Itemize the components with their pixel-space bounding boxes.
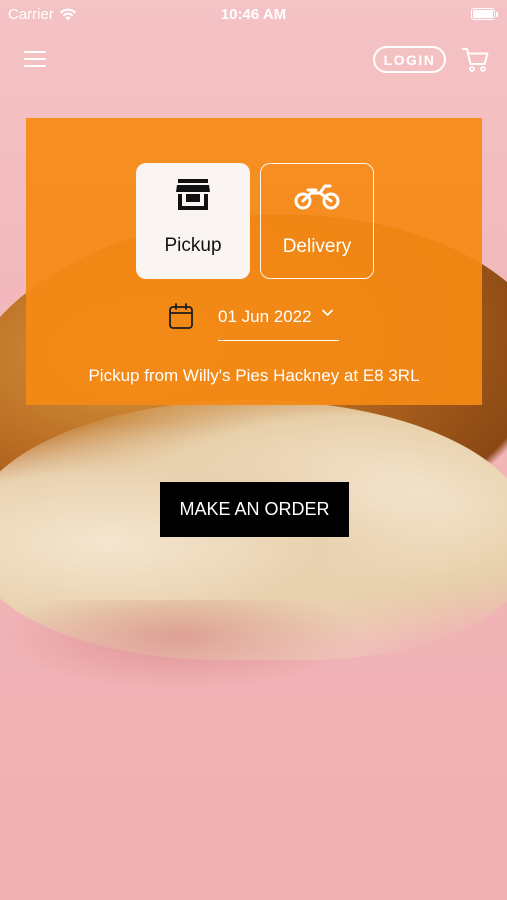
battery-icon bbox=[471, 8, 498, 20]
delivery-option[interactable]: Delivery bbox=[260, 163, 374, 279]
pickup-option[interactable]: Pickup bbox=[136, 163, 250, 279]
date-value: 01 Jun 2022 bbox=[218, 307, 312, 326]
delivery-label: Delivery bbox=[282, 236, 352, 257]
store-icon bbox=[176, 179, 210, 210]
date-select[interactable]: 01 Jun 2022 bbox=[218, 303, 339, 341]
motorbike-icon bbox=[294, 184, 340, 210]
status-time: 10:46 AM bbox=[220, 6, 287, 23]
make-order-button[interactable]: MAKE AN ORDER bbox=[160, 482, 349, 537]
login-button[interactable]: LOGIN bbox=[373, 46, 446, 73]
chevron-down-icon bbox=[321, 309, 333, 316]
order-options-card: Pickup Delivery 01 Jun 2022 Pickup from … bbox=[26, 118, 482, 405]
pickup-label: Pickup bbox=[164, 235, 222, 256]
menu-icon[interactable] bbox=[24, 51, 46, 68]
pickup-location-text: Pickup from Willy's Pies Hackney at E8 3… bbox=[88, 366, 420, 385]
date-row: 01 Jun 2022 bbox=[169, 303, 369, 343]
cart-icon[interactable] bbox=[462, 47, 490, 73]
status-bar: Carrier 10:46 AM bbox=[0, 0, 507, 30]
calendar-icon bbox=[169, 303, 193, 329]
